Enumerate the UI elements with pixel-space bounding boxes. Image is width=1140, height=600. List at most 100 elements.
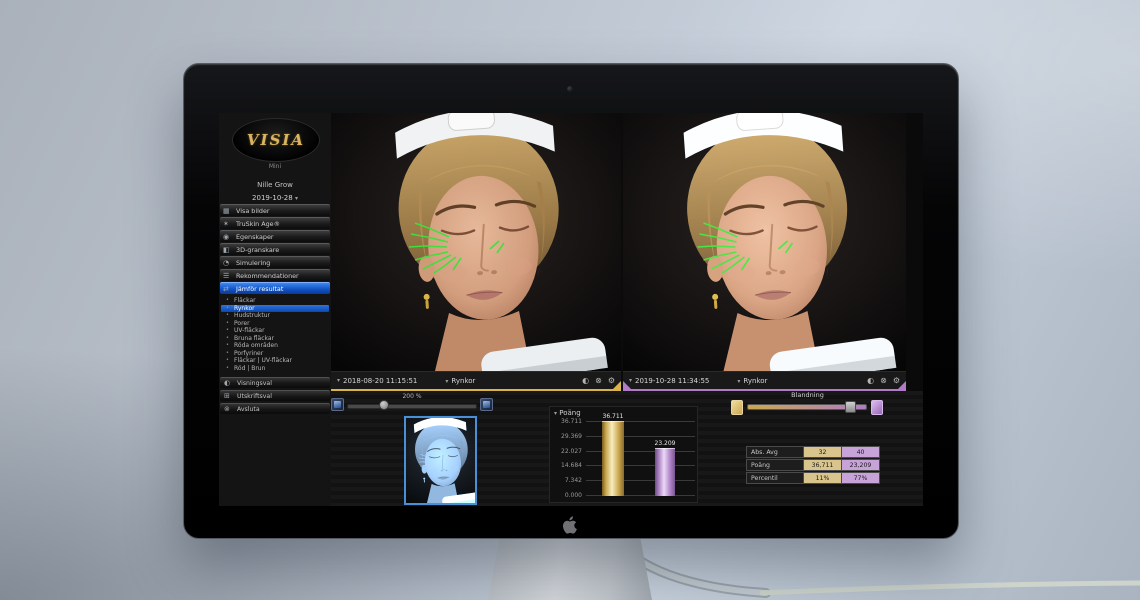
view-options-button[interactable]: ◐Visningsval bbox=[220, 377, 330, 388]
sub-item-texture[interactable]: • Hudstruktur bbox=[221, 312, 329, 319]
zoom-in-thumbnail-icon[interactable] bbox=[480, 398, 493, 411]
y-tick: 14.684 bbox=[550, 462, 582, 469]
sub-item-spots-uv[interactable]: •Fläckar | UV-fläckar bbox=[221, 357, 329, 364]
baseline-mode[interactable]: Rynkor bbox=[451, 377, 475, 385]
followup-score-value: 23.209 bbox=[645, 440, 685, 447]
y-tick: 22.027 bbox=[550, 448, 582, 455]
sidebar-item-simulation[interactable]: ◔Simulering bbox=[220, 256, 330, 268]
followup-date[interactable]: 2019-10-28 11:34:55 bbox=[635, 377, 709, 385]
followup-corner-marker-left bbox=[623, 381, 631, 389]
sub-item-label: Röda områden bbox=[234, 342, 278, 349]
bullet-icon: • bbox=[226, 342, 229, 349]
visia-app-window: VISIA Mini Nille Grow 2019-10-28 ▾ ▦Visa… bbox=[219, 113, 923, 506]
baseline-cell: 36,711 bbox=[804, 459, 842, 471]
bullet-icon: • bbox=[226, 320, 229, 327]
monitor: VISIA Mini Nille Grow 2019-10-28 ▾ ▦Visa… bbox=[183, 63, 959, 539]
brightness-icon[interactable]: ◐ bbox=[867, 376, 874, 385]
truskin-icon: ✶ bbox=[223, 218, 229, 229]
table-row: Percentil 11% 77% bbox=[746, 472, 881, 484]
recommendations-icon: ☰ bbox=[223, 270, 229, 281]
session-date-dropdown[interactable]: 2019-10-28 ▾ bbox=[219, 194, 331, 202]
baseline-date[interactable]: 2018-08-20 11:15:51 bbox=[343, 377, 417, 385]
apple-logo-icon bbox=[563, 516, 579, 534]
followup-corner-marker-right bbox=[898, 381, 906, 389]
brightness-icon[interactable]: ◐ bbox=[582, 376, 589, 385]
y-tick: 29.369 bbox=[550, 433, 582, 440]
webcam-icon bbox=[567, 86, 573, 92]
sub-item-label: Rynkor bbox=[234, 305, 255, 312]
y-tick: 36.711 bbox=[550, 418, 582, 425]
sub-item-label: Porfyriner bbox=[234, 350, 263, 357]
exit-icon: ⊗ bbox=[224, 404, 230, 414]
blend-slider-label: Blandning bbox=[729, 391, 886, 399]
baseline-portrait-image bbox=[331, 113, 621, 371]
sub-item-porphyrins[interactable]: •Porfyriner bbox=[221, 350, 329, 357]
zoom-out-thumbnail-icon[interactable] bbox=[331, 398, 344, 411]
followup-score-bar bbox=[655, 448, 675, 496]
sub-item-spots[interactable]: • Fläckar bbox=[221, 297, 329, 304]
bullet-icon: • bbox=[226, 365, 229, 372]
bullet-icon: • bbox=[226, 305, 229, 312]
print-options-button[interactable]: ⊞ Utskriftsval bbox=[220, 390, 330, 401]
print-options-icon: ⊞ bbox=[224, 391, 230, 401]
followup-photo[interactable] bbox=[623, 113, 906, 371]
row-label: Poäng bbox=[746, 459, 804, 471]
followup-toolbar: ▾ 2019-10-28 11:34:55 ▾Rynkor ◐ ⊗ ⚙ bbox=[623, 371, 906, 389]
chevron-down-icon[interactable]: ▾ bbox=[445, 378, 448, 385]
sub-item-label: Hudstruktur bbox=[234, 312, 270, 319]
patient-name: Nille Grow bbox=[219, 181, 331, 189]
sidebar-item-label: Visa bilder bbox=[236, 207, 270, 215]
monitor-stand bbox=[470, 536, 670, 600]
sidebar-item-label: Jämför resultat bbox=[236, 285, 283, 293]
sub-item-label: Fläckar bbox=[234, 297, 256, 304]
bullet-icon: • bbox=[226, 335, 229, 342]
chevron-down-icon[interactable]: ▾ bbox=[737, 378, 740, 385]
sidebar-item-3d-viewer[interactable]: ◧3D-granskare bbox=[220, 243, 330, 255]
table-row: Abs. Avg 32 40 bbox=[746, 446, 881, 458]
comparison-bottom-panel: 200 % ▾ Poäng 36.711 29.369 22.027 14.68… bbox=[331, 391, 923, 506]
blend-slider-handle[interactable] bbox=[845, 401, 856, 413]
button-label: Visningsval bbox=[237, 380, 272, 387]
followup-color-swatch[interactable] bbox=[871, 400, 883, 415]
baseline-cell: 11% bbox=[804, 472, 842, 484]
row-label: Abs. Avg bbox=[746, 446, 804, 458]
chart-title-dropdown[interactable]: ▾ Poäng bbox=[554, 409, 581, 417]
sidebar-item-label: TruSkin Age® bbox=[236, 220, 280, 228]
sidebar: VISIA Mini Nille Grow 2019-10-28 ▾ ▦Visa… bbox=[219, 113, 332, 506]
sub-item-red-areas[interactable]: • Röda områden bbox=[221, 342, 329, 349]
sidebar-item-recommendations[interactable]: ☰Rekommendationer bbox=[220, 269, 330, 281]
sub-item-label: UV-fläckar bbox=[234, 327, 265, 334]
baseline-photo[interactable] bbox=[331, 113, 621, 371]
chevron-down-icon[interactable]: ▾ bbox=[337, 377, 340, 384]
baseline-color-swatch[interactable] bbox=[731, 400, 743, 415]
followup-cell: 77% bbox=[842, 472, 880, 484]
overlay-toggle-icon[interactable]: ⊗ bbox=[880, 376, 887, 385]
sub-item-label: Fläckar | UV-fläckar bbox=[234, 357, 292, 364]
zoom-slider-handle[interactable] bbox=[379, 400, 389, 410]
visia-logo: VISIA bbox=[232, 118, 320, 162]
sidebar-item-view-images[interactable]: ▦ Visa bilder bbox=[220, 204, 330, 216]
session-date-value: 2019-10-28 bbox=[252, 194, 293, 202]
zoom-slider-track[interactable] bbox=[347, 404, 477, 409]
sub-item-uv-spots[interactable]: •UV-fläckar bbox=[221, 327, 329, 334]
chart-title: Poäng bbox=[559, 409, 580, 417]
bullet-icon: • bbox=[226, 312, 229, 319]
view-images-icon: ▦ bbox=[223, 205, 230, 216]
sub-item-wrinkles[interactable]: • Rynkor bbox=[221, 305, 329, 312]
navigation-thumbnail[interactable] bbox=[404, 416, 477, 505]
sub-item-pores[interactable]: •Porer bbox=[221, 320, 329, 327]
bullet-icon: • bbox=[226, 297, 229, 304]
sub-item-brown-spots[interactable]: •Bruna fläckar bbox=[221, 335, 329, 342]
sub-item-red-brown[interactable]: •Röd | Brun bbox=[221, 365, 329, 372]
button-label: Utskriftsval bbox=[237, 393, 272, 400]
followup-mode[interactable]: Rynkor bbox=[743, 377, 767, 385]
overlay-toggle-icon[interactable]: ⊗ bbox=[595, 376, 602, 385]
score-table: Abs. Avg 32 40 Poäng 36,711 23,209 Perce… bbox=[746, 446, 881, 485]
sidebar-item-truskin-age[interactable]: ✶ TruSkin Age® bbox=[220, 217, 330, 229]
sidebar-item-compare-results[interactable]: ⇄Jämför resultat bbox=[220, 282, 330, 294]
sidebar-item-label: Simulering bbox=[236, 259, 270, 267]
y-tick: 0.000 bbox=[550, 492, 582, 499]
exit-button[interactable]: ⊗Avsluta bbox=[220, 403, 330, 414]
sidebar-item-features[interactable]: ◉Egenskaper bbox=[220, 230, 330, 242]
score-chart: ▾ Poäng 36.711 29.369 22.027 14.684 7.34… bbox=[549, 406, 698, 503]
